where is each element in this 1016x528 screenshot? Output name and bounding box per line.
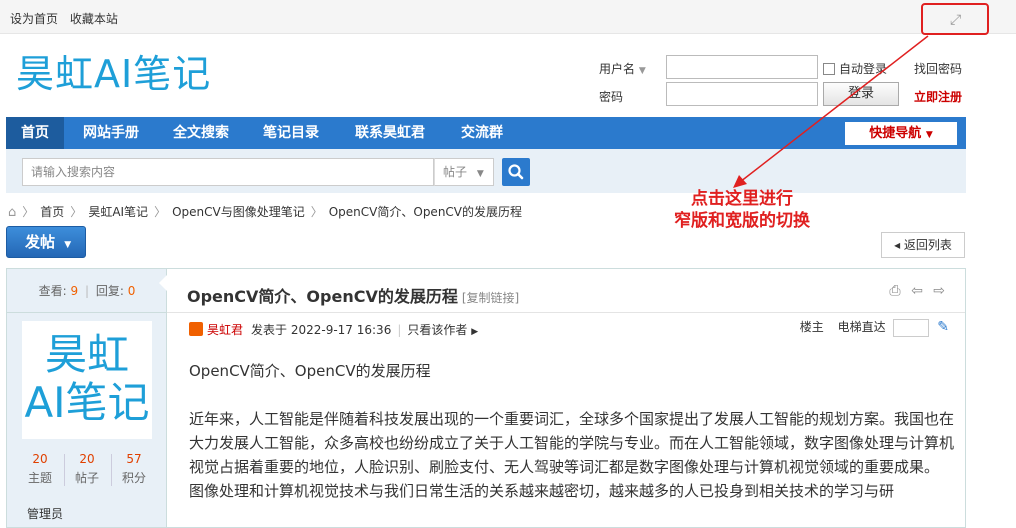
floor-input[interactable] [893, 318, 930, 337]
points-count[interactable]: 57 积分 [111, 452, 157, 486]
sidebar-pointer [159, 275, 167, 291]
elevator-label: 电梯直达 [837, 320, 886, 334]
print-icon[interactable]: ⎙ [889, 283, 900, 299]
only-author-link[interactable]: 只看该作者 [407, 323, 467, 337]
user-icon [189, 322, 203, 336]
posts-count[interactable]: 20 帖子 [64, 452, 110, 486]
avatar[interactable]: 昊虹 AI笔记 [22, 321, 152, 439]
post-body: OpenCV简介、OpenCV的发展历程 近年来，人工智能是伴随着科技发展出现的… [189, 359, 959, 503]
next-thread-icon[interactable]: ⇨ [933, 283, 945, 299]
author-sidebar: 查看: 9 | 回复: 0 昊虹 AI笔记 20 主题 20 帖子 57 积分 管理员 [7, 269, 167, 527]
topics-count[interactable]: 20 主题 [17, 452, 63, 486]
back-to-list-button[interactable]: ◂ 返回列表 [881, 232, 965, 258]
post-paragraph: 图像处理和计算机视觉技术与我们日常生活的关系越来越密切，越来越多的人已投身到相关… [189, 482, 895, 500]
floor-label: 楼主 [799, 320, 824, 334]
post-heading: OpenCV简介、OpenCV的发展历程 [189, 362, 431, 380]
post-container: 查看: 9 | 回复: 0 昊虹 AI笔记 20 主题 20 帖子 57 积分 管理员… [6, 268, 966, 528]
caret-right-icon: ▶ [471, 327, 479, 337]
post-title: OpenCV简介、OpenCV的发展历程 [复制链接] [187, 287, 520, 306]
user-role: 管理员 [27, 507, 64, 521]
author-link[interactable]: 昊虹君 [207, 323, 243, 337]
chevron-left-icon: ◂ [894, 238, 901, 252]
annotation-text: 点击这里进行 窄版和宽版的切换 [674, 189, 810, 231]
copy-link-button[interactable]: [复制链接] [462, 291, 519, 305]
new-post-button[interactable]: 发帖 ▼ [6, 226, 86, 258]
post-stats: 查看: 9 | 回复: 0 [7, 269, 167, 313]
post-meta: 昊虹君 发表于 2022-9-17 16:36 | 只看该作者 ▶ 楼主 电梯直达 ✎ [189, 318, 949, 341]
prev-thread-icon[interactable]: ⇦ [911, 283, 923, 299]
post-title-row: OpenCV简介、OpenCV的发展历程 [复制链接] ⎙ ⇦ ⇨ [167, 269, 965, 313]
post-paragraph: 近年来，人工智能是伴随着科技发展出现的一个重要词汇，全球多个国家提出了发展人工智… [189, 410, 955, 476]
post-time: 发表于 2022-9-17 16:36 [251, 323, 392, 337]
wrench-icon[interactable]: ✎ [937, 319, 949, 335]
